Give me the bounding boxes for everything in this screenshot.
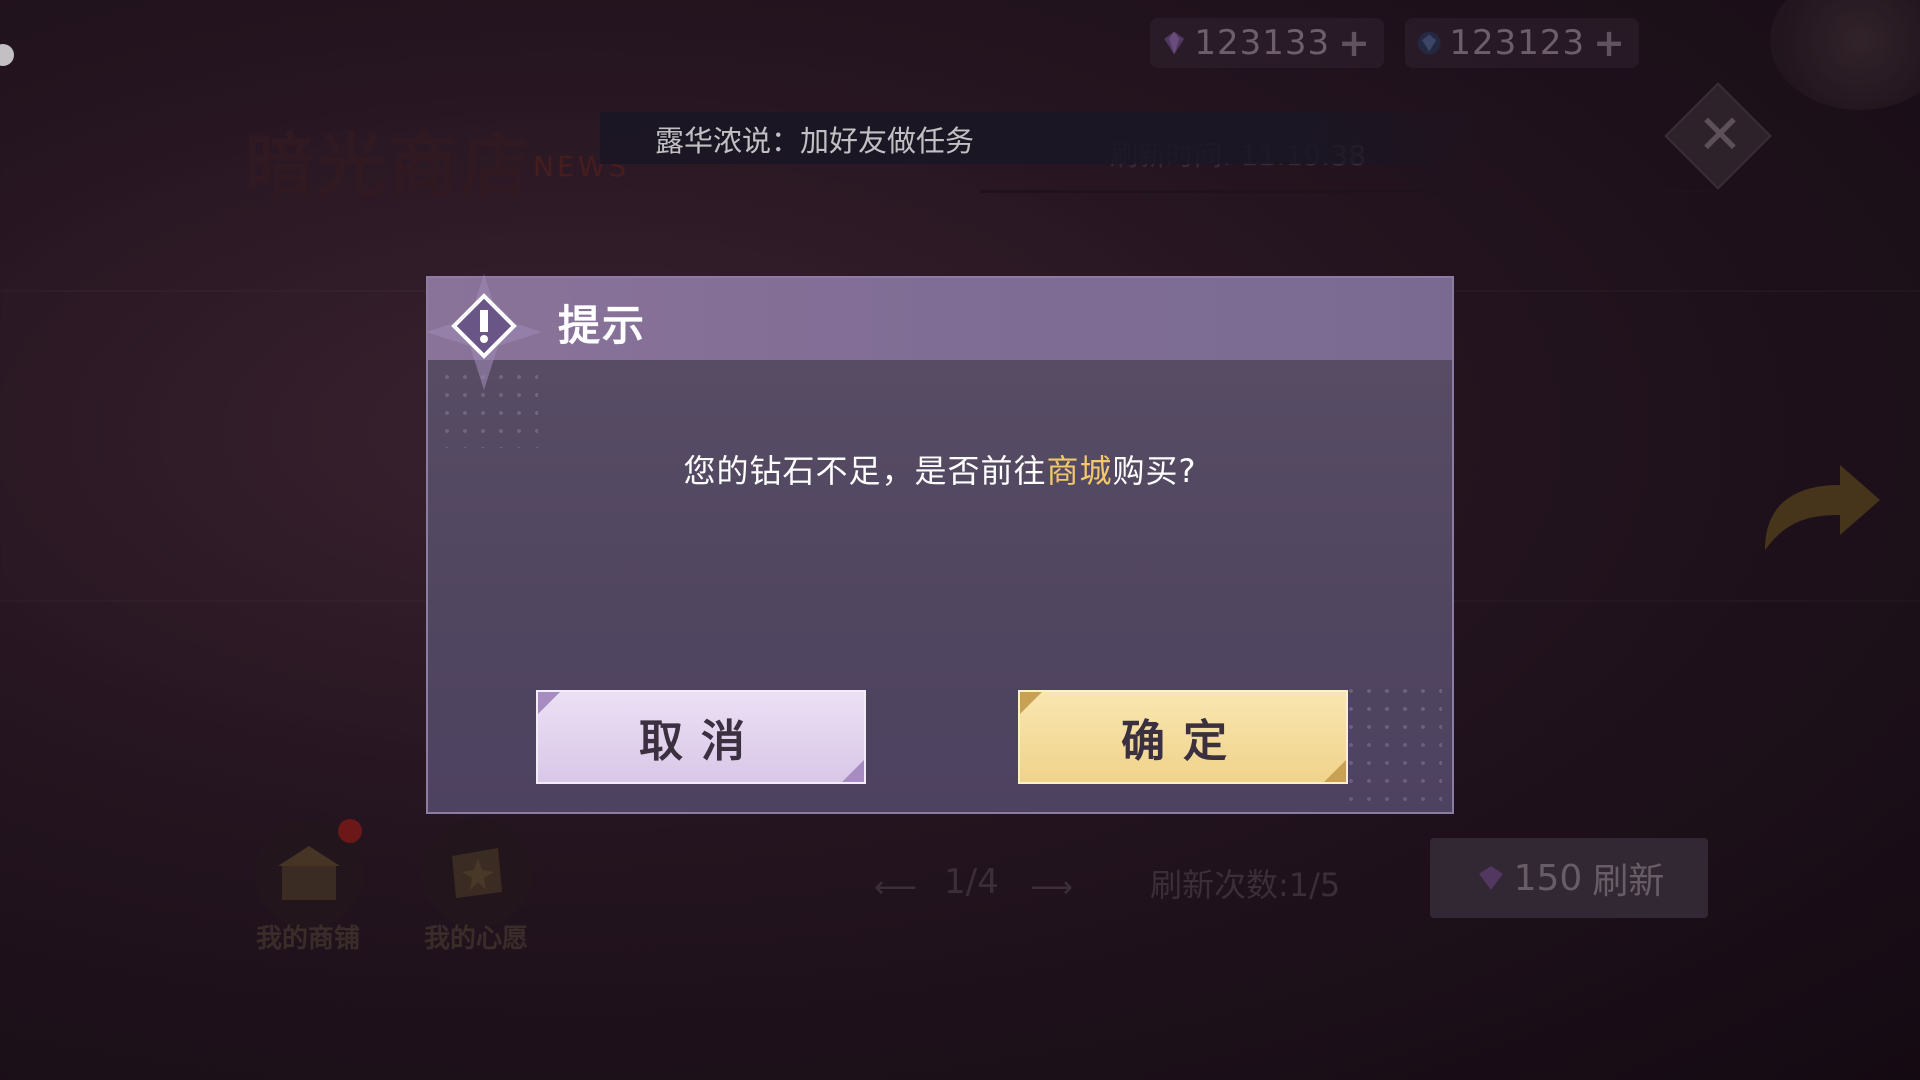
message-text: 您的钻石不足，是否前往 bbox=[683, 452, 1047, 490]
cancel-button[interactable]: 取消 bbox=[536, 690, 866, 784]
dialog-title: 提示 bbox=[558, 301, 647, 350]
mall-link: 商城 bbox=[1046, 452, 1113, 490]
confirm-label: 确定 bbox=[1121, 716, 1245, 767]
cancel-label: 取消 bbox=[639, 716, 763, 767]
hint-dialog: 提示 您的钻石不足，是否前往商城购买? 取消 确定 bbox=[426, 274, 1454, 814]
dialog-message: 您的钻石不足，是否前往商城购买? bbox=[428, 446, 1452, 492]
warning-emblem-icon bbox=[426, 274, 542, 390]
dialog-dot-pattern bbox=[1342, 682, 1442, 802]
confirm-button[interactable]: 确定 bbox=[1018, 690, 1348, 784]
message-text: 购买? bbox=[1112, 452, 1197, 490]
